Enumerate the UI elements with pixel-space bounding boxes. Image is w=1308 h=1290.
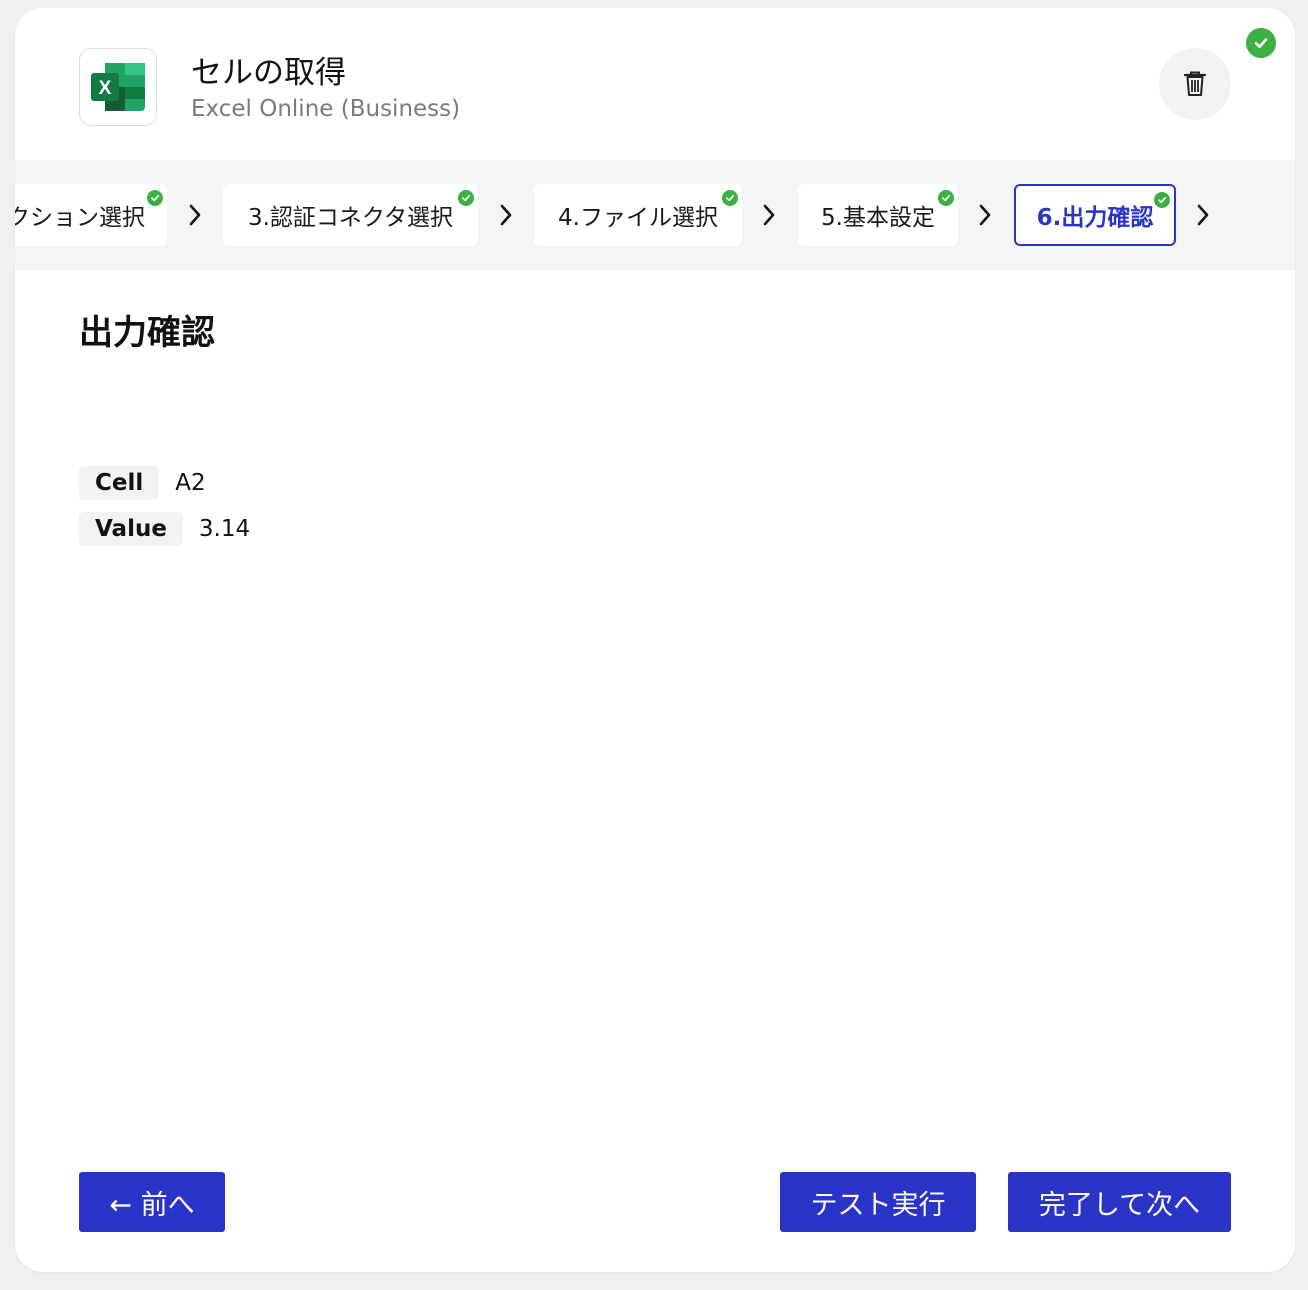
- page-title: セルの取得: [191, 55, 346, 91]
- chevron-right-icon: [185, 200, 205, 230]
- delete-button[interactable]: [1159, 48, 1231, 120]
- output-key: Cell: [79, 466, 160, 500]
- output-row: Value 3.14: [79, 512, 250, 546]
- check-circle-icon: [1246, 28, 1276, 58]
- chevron-right-icon[interactable]: [1193, 200, 1213, 230]
- check-icon: [938, 190, 954, 206]
- excel-logo: X: [79, 48, 157, 126]
- step-output-confirm[interactable]: 6.出力確認: [1014, 184, 1176, 246]
- excel-icon: X: [91, 63, 145, 111]
- connector-name: Excel Online (Business): [191, 96, 461, 122]
- check-icon: [147, 190, 163, 206]
- prev-button[interactable]: ← 前へ: [79, 1172, 225, 1232]
- svg-text:X: X: [99, 78, 112, 99]
- trash-icon: [1184, 71, 1206, 96]
- check-icon: [458, 190, 474, 206]
- step-label: 4.ファイル選択: [558, 205, 718, 231]
- section-title: 出力確認: [79, 313, 215, 353]
- chevron-right-icon: [975, 200, 995, 230]
- action-settings-panel: X セルの取得 Excel Online (Business) アクション選択 …: [15, 8, 1295, 1272]
- step-basic-settings[interactable]: 5.基本設定: [798, 184, 958, 246]
- output-key: Value: [79, 512, 183, 546]
- step-label: アクション選択: [15, 205, 145, 231]
- output-row: Cell A2: [79, 466, 206, 500]
- output-value: 3.14: [198, 516, 251, 542]
- step-label: 6.出力確認: [1036, 205, 1154, 231]
- test-run-button[interactable]: テスト実行: [780, 1172, 976, 1232]
- complete-next-button[interactable]: 完了して次へ: [1008, 1172, 1231, 1232]
- chevron-right-icon: [759, 200, 779, 230]
- step-action-select[interactable]: アクション選択: [15, 184, 167, 246]
- check-icon: [722, 190, 738, 206]
- step-label: 5.基本設定: [821, 205, 935, 231]
- step-file-select[interactable]: 4.ファイル選択: [534, 184, 742, 246]
- output-value: A2: [175, 470, 206, 496]
- chevron-right-icon: [496, 200, 516, 230]
- step-label: 3.認証コネクタ選択: [247, 205, 454, 231]
- step-navigation: アクション選択 3.認証コネクタ選択 4.ファイル選択 5: [15, 160, 1295, 270]
- step-auth-connector[interactable]: 3.認証コネクタ選択: [223, 184, 478, 246]
- check-icon: [1154, 192, 1170, 208]
